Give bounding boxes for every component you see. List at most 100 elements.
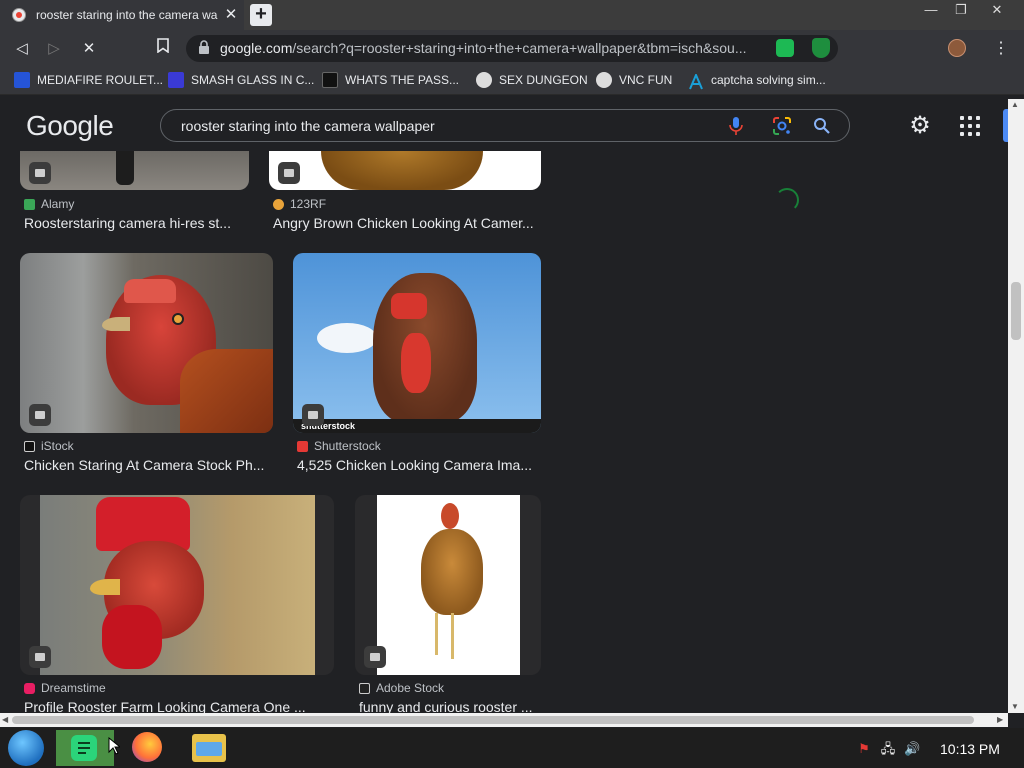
tab-close-icon[interactable]: ✕: [222, 5, 240, 25]
bookmark-label: WHATS THE PASS...: [345, 73, 460, 87]
google-favicon-icon: [12, 8, 26, 22]
start-menu-button[interactable]: [8, 730, 44, 766]
firefox-icon[interactable]: [132, 732, 162, 762]
source-label: Dreamstime: [41, 681, 106, 695]
rooster-neck: [180, 349, 273, 433]
google-apps-icon[interactable]: [958, 114, 982, 138]
result-caption[interactable]: Angry Brown Chicken Looking At Camer...: [273, 215, 541, 231]
image-badge-icon: [29, 162, 51, 184]
result-source[interactable]: Shutterstock: [297, 439, 381, 453]
result-source[interactable]: iStock: [24, 439, 74, 453]
result-caption[interactable]: Chicken Staring At Camera Stock Ph...: [24, 457, 274, 473]
chicken-comb: [391, 293, 427, 319]
forward-icon[interactable]: ▷: [43, 38, 65, 60]
result-caption[interactable]: 4,525 Chicken Looking Camera Ima...: [297, 457, 541, 473]
result-image-shutterstock[interactable]: shutterstock: [293, 253, 541, 433]
bookmark-vnc-fun[interactable]: VNC FUN: [596, 66, 672, 94]
rooster-silhouette: [116, 151, 134, 185]
result-caption[interactable]: Roosterstaring camera hi-res st...: [24, 215, 250, 231]
rooster-beak: [102, 317, 130, 331]
bookmark-captcha[interactable]: captcha solving sim...: [688, 66, 826, 94]
rooster-eye: [172, 313, 184, 325]
image-badge-icon: [29, 404, 51, 426]
image-badge-icon: [302, 404, 324, 426]
result-source[interactable]: Dreamstime: [24, 681, 106, 695]
source-label: Shutterstock: [314, 439, 381, 453]
url-text[interactable]: google.com/search?q=rooster+staring+into…: [220, 40, 762, 56]
bookmark-smash-glass[interactable]: SMASH GLASS IN C...: [168, 66, 314, 94]
scroll-down-icon[interactable]: ▼: [1011, 702, 1019, 711]
adobe-stock-icon: [359, 682, 370, 694]
result-image-alamy[interactable]: [20, 151, 249, 190]
horizontal-scrollbar-thumb[interactable]: [12, 716, 974, 724]
bookmark-whats-the-pass[interactable]: WHATS THE PASS...: [322, 66, 459, 94]
taskbar-clock[interactable]: 10:13 PM: [940, 741, 1000, 757]
rooster-comb: [124, 279, 176, 303]
password-icon: [322, 72, 338, 88]
image-badge-icon: [278, 162, 300, 184]
profile-avatar[interactable]: [948, 39, 966, 57]
bookmark-mediafire[interactable]: MEDIAFIRE ROULET...: [14, 66, 163, 94]
vertical-scrollbar-thumb[interactable]: [1011, 282, 1021, 340]
window-close-icon[interactable]: ✕: [980, 0, 1014, 22]
captcha-icon: [688, 72, 704, 90]
rooster-wattle: [102, 605, 162, 669]
result-source[interactable]: 123RF: [273, 197, 326, 211]
flag-icon[interactable]: ⚑: [856, 741, 872, 757]
extension-notes-icon[interactable]: [776, 39, 794, 57]
extension-shield-icon[interactable]: [812, 38, 830, 58]
microphone-icon[interactable]: [728, 116, 744, 136]
settings-gear-icon[interactable]: ⚙: [906, 112, 934, 140]
result-image-istock[interactable]: [20, 253, 273, 433]
chicken-leg: [451, 613, 454, 659]
vertical-scrollbar[interactable]: [1008, 99, 1024, 713]
url-path: /search?q=rooster+staring+into+the+camer…: [292, 40, 747, 56]
mediafire-icon: [14, 72, 30, 88]
dungeon-icon: [476, 72, 492, 88]
back-icon[interactable]: ◁: [11, 38, 33, 60]
google-lens-icon[interactable]: [772, 116, 792, 136]
search-input[interactable]: rooster staring into the camera wallpape…: [181, 118, 435, 134]
bookmark-label: SEX DUNGEON: [499, 73, 588, 87]
result-image-dreamstime[interactable]: [20, 495, 334, 675]
source-label: 123RF: [290, 197, 327, 211]
chicken-head: [441, 503, 459, 529]
dreamstime-icon: [24, 682, 35, 694]
scroll-up-icon[interactable]: ▲: [1011, 100, 1019, 109]
smash-glass-icon: [168, 72, 184, 88]
istock-icon: [24, 440, 35, 452]
new-tab-button[interactable]: +: [250, 4, 272, 26]
stop-loading-icon[interactable]: ✕: [78, 38, 100, 60]
network-icon[interactable]: 🖧: [880, 741, 896, 757]
result-source[interactable]: Alamy: [24, 197, 74, 211]
result-source[interactable]: Adobe Stock: [359, 681, 444, 695]
scroll-right-icon[interactable]: ▶: [997, 715, 1003, 724]
search-icon[interactable]: [812, 116, 832, 136]
image-badge-icon: [364, 646, 386, 668]
bookmark-icon[interactable]: [152, 38, 174, 60]
chicken-leg: [435, 613, 438, 655]
image-badge-icon: [29, 646, 51, 668]
alamy-icon: [24, 198, 35, 210]
url-host: google.com: [220, 40, 293, 56]
loading-spinner: [775, 188, 799, 212]
lock-icon[interactable]: [198, 40, 212, 56]
rooster-beak: [90, 579, 120, 595]
google-logo[interactable]: Google: [26, 110, 114, 142]
bookmark-dungeon[interactable]: SEX DUNGEON: [476, 66, 588, 94]
maximize-icon[interactable]: ❐: [944, 0, 978, 22]
scroll-left-icon[interactable]: ◀: [2, 715, 8, 724]
folder-window: [196, 742, 222, 756]
source-label: Adobe Stock: [376, 681, 445, 695]
chicken-wattle: [401, 333, 431, 393]
123rf-icon: [273, 198, 284, 210]
browser-menu-icon[interactable]: ⋮: [992, 38, 1010, 60]
file-manager-icon[interactable]: [192, 734, 226, 762]
minimize-icon[interactable]: —: [914, 0, 948, 22]
bookmark-label: VNC FUN: [619, 73, 673, 87]
chicken-body: [321, 151, 483, 190]
chicken-body: [421, 529, 483, 615]
volume-icon[interactable]: 🔊: [904, 741, 920, 757]
mouse-cursor: [108, 736, 122, 760]
result-image-123rf[interactable]: [269, 151, 541, 190]
